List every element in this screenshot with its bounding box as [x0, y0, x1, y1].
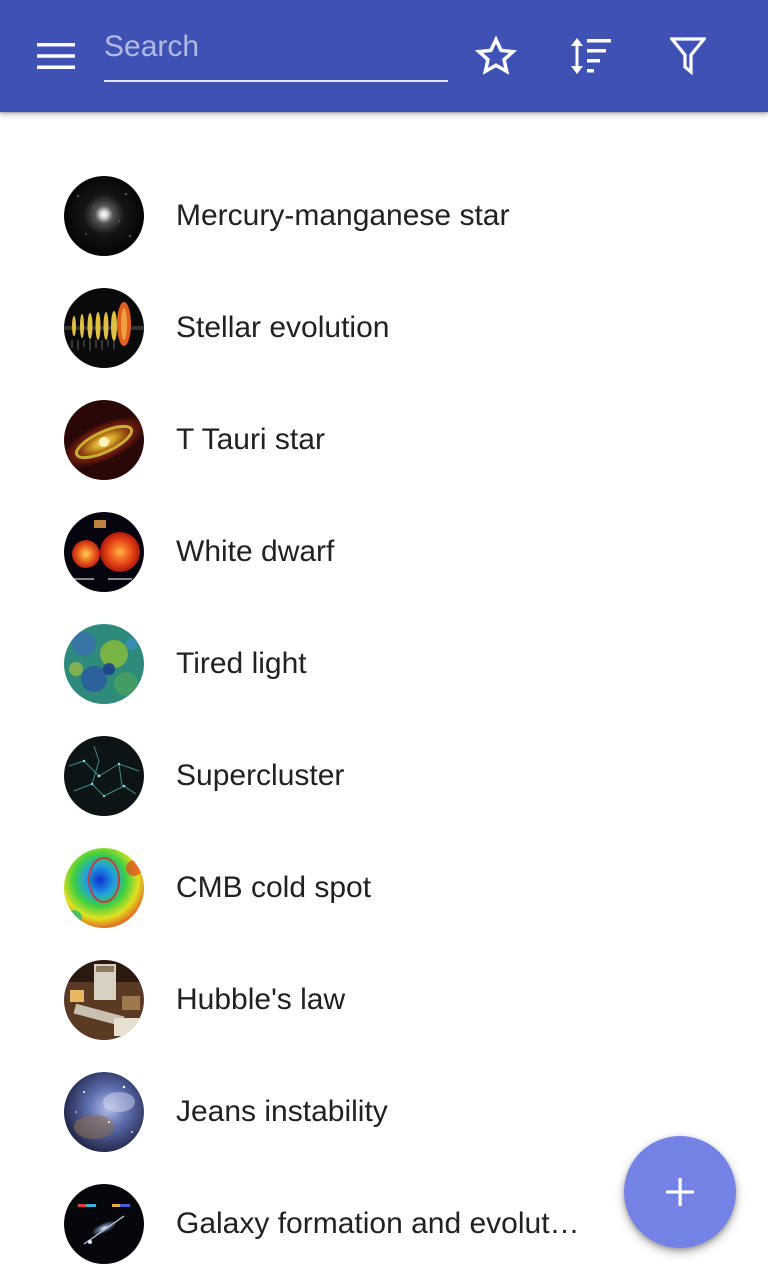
sort-button[interactable] — [563, 28, 619, 84]
filter-button[interactable] — [660, 28, 716, 84]
list-item-t-tauri-star[interactable]: T Tauri star — [0, 384, 768, 496]
filter-icon — [670, 37, 706, 75]
sort-icon — [571, 38, 611, 74]
list-item-supercluster[interactable]: Supercluster — [0, 720, 768, 832]
list-item-thumbnail — [64, 960, 144, 1040]
menu-icon — [37, 43, 75, 69]
list-item-label: Jeans instability — [176, 1095, 388, 1128]
list-item-hubbles-law[interactable]: Hubble's law — [0, 944, 768, 1056]
list-item-thumbnail — [64, 1072, 144, 1152]
list-item-thumbnail — [64, 400, 144, 480]
list-item-label: Galaxy formation and evolution — [176, 1207, 586, 1240]
list-item-thumbnail — [64, 624, 144, 704]
favorites-button[interactable] — [468, 28, 524, 84]
star-outline-icon — [475, 35, 517, 75]
list-item-label: Tired light — [176, 647, 307, 680]
topic-list: Mercury-manganese star Stellar evolution… — [0, 160, 768, 1280]
list-item-label: CMB cold spot — [176, 871, 372, 904]
plus-icon — [666, 1178, 694, 1206]
add-button[interactable] — [624, 1136, 736, 1248]
list-item-white-dwarf[interactable]: White dwarf — [0, 496, 768, 608]
list-item-thumbnail — [64, 512, 144, 592]
list-item-stellar-evolution[interactable]: Stellar evolution — [0, 272, 768, 384]
list-item-thumbnail — [64, 288, 144, 368]
list-item-thumbnail — [64, 736, 144, 816]
list-item-label: Mercury-manganese star — [176, 199, 510, 232]
list-item-thumbnail — [64, 1184, 144, 1264]
list-item-thumbnail — [64, 176, 144, 256]
list-item-mercury-manganese-star[interactable]: Mercury-manganese star — [0, 160, 768, 272]
list-item-label: Supercluster — [176, 759, 345, 792]
search-field — [104, 24, 448, 82]
list-item-label: T Tauri star — [176, 423, 325, 456]
list-item-label: White dwarf — [176, 535, 335, 568]
list-item-tired-light[interactable]: Tired light — [0, 608, 768, 720]
list-item-label: Hubble's law — [176, 983, 346, 1016]
app-bar — [0, 0, 768, 112]
list-item-thumbnail — [64, 848, 144, 928]
menu-button[interactable] — [28, 28, 84, 84]
list-item-cmb-cold-spot[interactable]: CMB cold spot — [0, 832, 768, 944]
search-input[interactable] — [104, 24, 448, 70]
list-item-label: Stellar evolution — [176, 311, 390, 344]
